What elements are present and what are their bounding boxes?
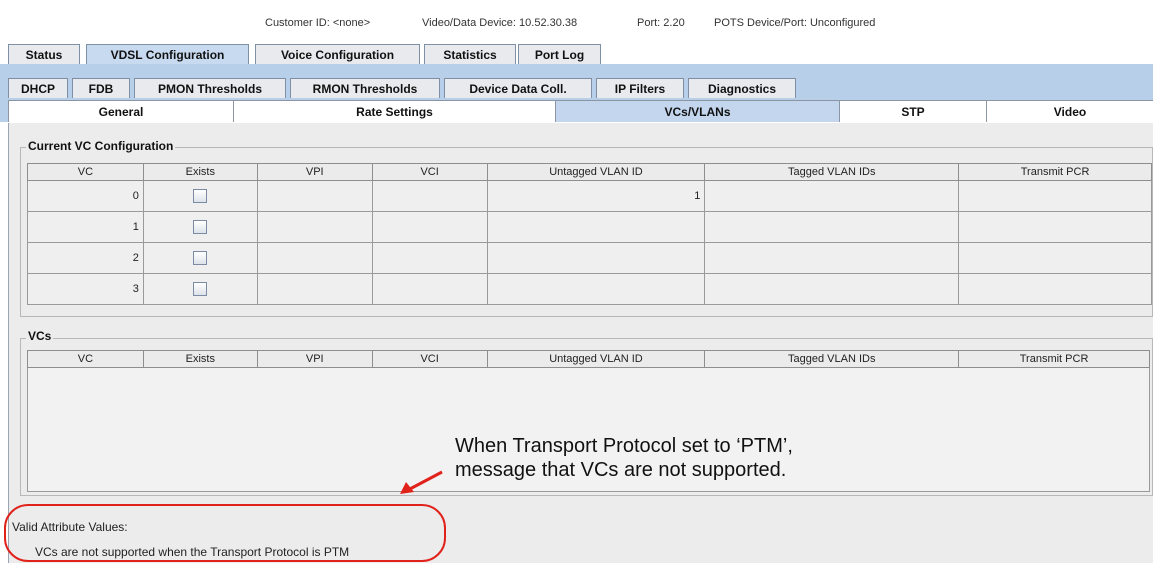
table-row[interactable]: 3 [27,273,1152,305]
vpi-cell[interactable] [256,273,373,305]
current-vc-table: VC Exists VPI VCI Untagged VLAN ID Tagge… [27,163,1152,305]
vci-cell[interactable] [371,242,488,274]
column-header-tagged-vlan-ids[interactable]: Tagged VLAN IDs [704,163,960,181]
tab-voice-configuration[interactable]: Voice Configuration [255,44,420,64]
column-header-transmit-pcr[interactable]: Transmit PCR [958,350,1150,368]
transmit-pcr-cell[interactable] [958,273,1152,305]
exists-checkbox[interactable] [193,282,208,296]
tagged-vlan-cell[interactable] [704,242,960,274]
pots-label: POTS Device/Port: Unconfigured [714,17,876,29]
customer-id-label: Customer ID: <none> [265,17,371,29]
main-tab-bar: Status VDSL Configuration Voice Configur… [0,42,1153,64]
untagged-vlan-cell[interactable]: 1 [486,180,706,212]
port-value: 2.20 [663,17,685,29]
vc-cell: 3 [27,273,144,305]
tab-diagnostics[interactable]: Diagnostics [688,78,796,98]
vci-cell[interactable] [371,211,488,243]
column-header-vc[interactable]: VC [27,163,144,181]
column-header-tagged-vlan-ids[interactable]: Tagged VLAN IDs [704,350,960,368]
device-value: 10.52.30.38 [519,17,578,29]
vc-cell: 1 [27,211,144,243]
vpi-cell[interactable] [256,211,373,243]
table-row[interactable]: 0 1 [27,180,1152,212]
highlight-circle [4,504,446,562]
tagged-vlan-cell[interactable] [704,273,960,305]
tab-status[interactable]: Status [8,44,80,64]
vpi-cell[interactable] [256,242,373,274]
untagged-vlan-cell[interactable] [486,273,706,305]
column-header-untagged-vlan-id[interactable]: Untagged VLAN ID [486,350,706,368]
red-arrow-icon [400,470,443,494]
tab-dhcp[interactable]: DHCP [8,78,68,98]
tagged-vlan-cell[interactable] [704,211,960,243]
tab-port-log[interactable]: Port Log [518,44,601,64]
transmit-pcr-cell[interactable] [958,180,1152,212]
column-header-vpi[interactable]: VPI [256,163,373,181]
tab-stp[interactable]: STP [839,100,986,122]
tab-general[interactable]: General [8,100,233,122]
vcs-title: VCs [26,329,54,343]
customer-id-value: <none> [332,17,371,29]
column-header-transmit-pcr[interactable]: Transmit PCR [958,163,1152,181]
tab-statistics[interactable]: Statistics [424,44,516,64]
tab-video[interactable]: Video [986,100,1153,122]
connection-header: Customer ID: <none> Video/Data Device: 1… [0,0,1153,42]
vcs-header-row: VC Exists VPI VCI Untagged VLAN ID Tagge… [27,350,1150,368]
tab-pmon-thresholds[interactable]: PMON Thresholds [134,78,286,98]
column-header-vci[interactable]: VCI [371,350,488,368]
vc-cell: 2 [27,242,144,274]
untagged-vlan-cell[interactable] [486,211,706,243]
tab-ip-filters[interactable]: IP Filters [596,78,684,98]
vci-cell[interactable] [371,180,488,212]
column-header-untagged-vlan-id[interactable]: Untagged VLAN ID [486,163,706,181]
column-header-exists[interactable]: Exists [142,163,258,181]
table-row[interactable]: 1 [27,211,1152,243]
exists-checkbox[interactable] [193,189,208,203]
untagged-vlan-cell[interactable] [486,242,706,274]
tab-rate-settings[interactable]: Rate Settings [233,100,555,122]
vcs-table: VC Exists VPI VCI Untagged VLAN ID Tagge… [27,350,1150,368]
exists-cell [142,211,258,243]
column-header-vc[interactable]: VC [27,350,144,368]
exists-checkbox[interactable] [193,251,208,265]
column-header-exists[interactable]: Exists [142,350,258,368]
tab-vdsl-configuration[interactable]: VDSL Configuration [86,44,249,64]
port-label: Port: 2.20 [637,17,685,29]
tab-rmon-thresholds[interactable]: RMON Thresholds [290,78,440,98]
exists-cell [142,242,258,274]
annotation-line-1: When Transport Protocol set to ‘PTM’, [455,435,793,457]
tagged-vlan-cell[interactable] [704,180,960,212]
device-label: Video/Data Device: 10.52.30.38 [422,17,578,29]
column-header-vpi[interactable]: VPI [256,350,373,368]
table-row[interactable]: 2 [27,242,1152,274]
annotation-callout: When Transport Protocol set to ‘PTM’, me… [455,434,793,482]
column-header-vci[interactable]: VCI [371,163,488,181]
transmit-pcr-cell[interactable] [958,211,1152,243]
tab-fdb[interactable]: FDB [72,78,130,98]
exists-cell [142,180,258,212]
exists-cell [142,273,258,305]
current-vc-header-row: VC Exists VPI VCI Untagged VLAN ID Tagge… [27,163,1152,181]
vc-cell: 0 [27,180,144,212]
current-vc-title: Current VC Configuration [26,139,176,153]
tab-device-data-coll[interactable]: Device Data Coll. [444,78,592,98]
vpi-cell[interactable] [256,180,373,212]
pots-value: Unconfigured [809,17,876,29]
vci-cell[interactable] [371,273,488,305]
tab-vcs-vlans[interactable]: VCs/VLANs [555,100,839,122]
exists-checkbox[interactable] [193,220,208,234]
transmit-pcr-cell[interactable] [958,242,1152,274]
annotation-line-2: message that VCs are not supported. [455,459,787,481]
